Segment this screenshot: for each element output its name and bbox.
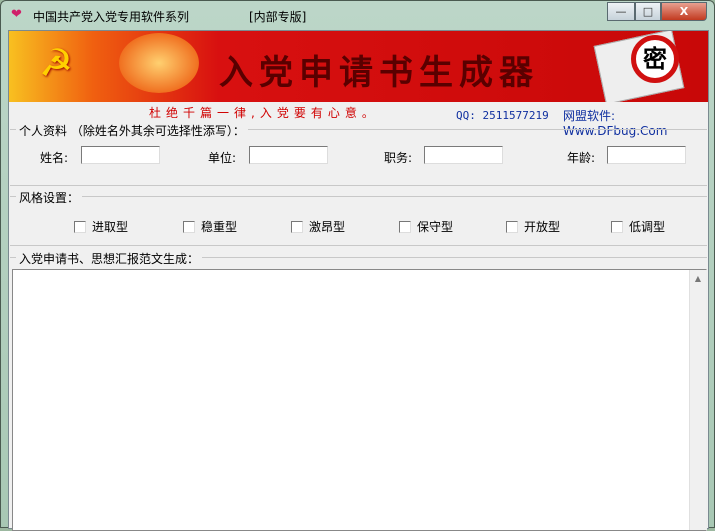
style-checkbox-steady[interactable]: 稳重型: [183, 218, 237, 235]
qq-contact: QQ: 2511577219: [456, 109, 549, 122]
output-legend: 入党申请书、思想汇报范文生成：: [16, 250, 203, 267]
hammer-sickle-icon: ☭: [39, 41, 74, 85]
style-checkbox-passionate[interactable]: 激昂型: [291, 218, 345, 235]
style-checkbox-lowkey[interactable]: 低调型: [611, 218, 665, 235]
checkbox[interactable]: [74, 220, 86, 233]
secret-seal-icon: 密: [631, 35, 679, 83]
personal-info-legend: 个人资料 （除姓名外其余可选择性添写）：: [16, 122, 248, 139]
style-group: 风格设置： 进取型 稳重型 激昂型 保守型 开放型 低调型: [10, 189, 707, 246]
style-legend: 风格设置：: [16, 189, 83, 206]
client-area: ☭ 入党申请书生成器 密 杜绝千篇一律,入党要有心意。 QQ: 25115772…: [8, 30, 709, 531]
checkbox-label: 开放型: [524, 220, 561, 234]
banner: ☭ 入党申请书生成器 密: [9, 31, 708, 102]
tagline: 杜绝千篇一律,入党要有心意。: [149, 106, 379, 120]
unit-input[interactable]: [249, 146, 328, 164]
age-input[interactable]: [607, 146, 686, 164]
checkbox-label: 激昂型: [309, 220, 346, 234]
banner-glow: [119, 33, 199, 93]
app-window: ❤ 中国共产党入党专用软件系列 [内部专版] — □ X ☭ 入党申请书生成器 …: [0, 0, 715, 531]
scroll-up-icon[interactable]: ▲: [690, 274, 706, 283]
maximize-button[interactable]: □: [635, 2, 661, 21]
checkbox[interactable]: [611, 220, 623, 233]
heart-app-icon: ❤: [11, 7, 22, 22]
checkbox-label: 进取型: [92, 220, 129, 234]
style-checkbox-aggressive[interactable]: 进取型: [74, 218, 128, 235]
vertical-scrollbar[interactable]: ▲: [689, 270, 706, 530]
checkbox[interactable]: [291, 220, 303, 233]
position-input[interactable]: [424, 146, 503, 164]
output-textarea[interactable]: ▲: [12, 269, 707, 531]
checkbox[interactable]: [399, 220, 411, 233]
name-input[interactable]: [81, 146, 160, 164]
window-edition: [内部专版]: [249, 10, 307, 24]
minimize-button[interactable]: —: [607, 2, 635, 21]
checkbox-label: 低调型: [629, 220, 666, 234]
close-button[interactable]: X: [661, 2, 707, 21]
style-checkbox-open[interactable]: 开放型: [506, 218, 560, 235]
style-checkbox-conservative[interactable]: 保守型: [399, 218, 453, 235]
name-label: 姓名:: [40, 151, 69, 165]
checkbox[interactable]: [183, 220, 195, 233]
unit-label: 单位:: [208, 151, 237, 165]
checkbox-label: 保守型: [417, 220, 454, 234]
position-label: 职务:: [384, 151, 413, 165]
checkbox[interactable]: [506, 220, 518, 233]
personal-info-group: 个人资料 （除姓名外其余可选择性添写）： 姓名: 单位: 职务: 年龄:: [10, 122, 707, 186]
banner-title: 入党申请书生成器: [219, 53, 539, 93]
checkbox-label: 稳重型: [201, 220, 238, 234]
window-title: 中国共产党入党专用软件系列: [33, 10, 190, 24]
age-label: 年龄:: [567, 151, 596, 165]
